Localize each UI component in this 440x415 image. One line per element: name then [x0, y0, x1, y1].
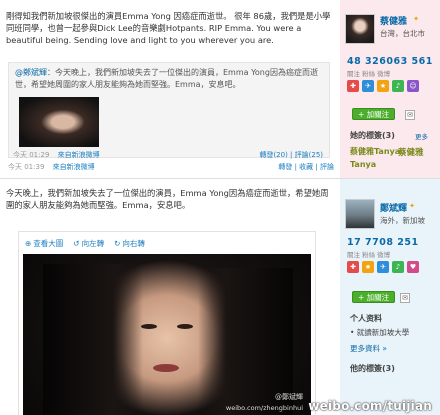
follow-button[interactable]: + 加關注 [352, 108, 396, 120]
tags-heading: 他的標簽(3) [350, 364, 395, 373]
photo-url: weibo.com/zhengbinhui [225, 404, 303, 412]
badge-icon[interactable]: ♪ [392, 261, 404, 273]
bottom-post-text: 今天晚上，我們新加坡失去了一位傑出的演員，Emma Yong因為癌症而逝世，希望… [6, 188, 329, 210]
top-post-main: 剛得知我們新加坡很傑出的演員Emma Yong 因癌症而逝世。 很年 86歲，我… [0, 0, 340, 178]
rotate-right-label: 向右轉 [122, 239, 145, 248]
badge-icon[interactable]: ★ [362, 261, 374, 273]
tag-item[interactable]: 蔡健雅 [398, 146, 424, 158]
post-time: 今天 01:39 [8, 163, 45, 171]
rotate-right-icon: ↻ [114, 239, 121, 248]
badge-icon[interactable]: ♪ [392, 80, 404, 92]
message-icon[interactable]: ✉ [400, 293, 410, 303]
top-weibo-card: 剛得知我們新加坡很傑出的演員Emma Yong 因癌症而逝世。 很年 86歲，我… [0, 0, 440, 178]
verified-icon: ✦ [409, 202, 415, 210]
profile-location: 海外，新加坡 [380, 216, 425, 225]
badge-icon[interactable]: ♥ [407, 261, 419, 273]
profile-username[interactable]: 蔡健雅 [380, 14, 407, 27]
repost-source-link[interactable]: 來自新浪微博 [58, 151, 100, 159]
rotate-left-button[interactable]: ↺ 向左轉 [73, 238, 104, 249]
info-heading: 个人资料 [350, 314, 382, 323]
follow-button[interactable]: + 加關注 [352, 291, 396, 303]
badge-icon[interactable]: ★ [377, 80, 389, 92]
school-info: • 就讀新加坡大學 [350, 328, 410, 337]
badge-row: ✚ ★ ✈ ♪ ♥ [347, 261, 419, 273]
bottom-weibo-card: 今天晚上，我們新加坡失去了一位傑出的演員，Emma Yong因為癌症而逝世，希望… [0, 178, 440, 415]
repost-actions[interactable]: 轉發(20) | 評論(25) [259, 150, 323, 160]
repost-text: @鄭斌輝：今天晚上，我們新加坡失去了一位傑出的演員，Emma Yong因為癌症而… [15, 67, 325, 91]
view-large-button[interactable]: ⊕ 查看大圖 [25, 238, 63, 249]
tags-more-link[interactable]: 更多 [415, 131, 428, 141]
post-source-link[interactable]: 來自新浪微博 [53, 163, 95, 171]
repost-meta: 今天 01:29 來自新浪微博 [13, 150, 106, 160]
repost-body: ：今天晚上，我們新加坡失去了一位傑出的演員，Emma Yong因為癌症而逝世，希… [15, 68, 318, 89]
photo-credit: @鄭斌輝 [275, 393, 303, 401]
bottom-post-main: 今天晚上，我們新加坡失去了一位傑出的演員，Emma Yong因為癌症而逝世，希望… [0, 179, 340, 415]
rotate-left-icon: ↺ [73, 239, 80, 248]
profile-stat-labels: 關注 粉絲 微博 [347, 70, 391, 78]
image-toolbar: ⊕ 查看大圖 ↺ 向左轉 ↻ 向右轉 [25, 238, 145, 249]
verified-icon: ✦ [413, 15, 419, 23]
tag-item[interactable]: Tanya [350, 160, 376, 169]
repost-box: @鄭斌輝：今天晚上，我們新加坡失去了一位傑出的演員，Emma Yong因為癌症而… [8, 62, 330, 160]
badge-icon[interactable]: ☺ [407, 80, 419, 92]
profile-username[interactable]: 鄭斌輝 [380, 201, 407, 214]
site-watermark: weibo.com/tuijian [308, 399, 432, 413]
rotate-right-button[interactable]: ↻ 向右轉 [114, 238, 145, 249]
post-photo[interactable]: @鄭斌輝 weibo.com/zhengbinhui [23, 254, 311, 415]
badge-icon[interactable]: ✈ [377, 261, 389, 273]
rotate-left-label: 向左轉 [81, 239, 105, 248]
repost-thumbnail[interactable] [19, 97, 99, 147]
repost-time: 今天 01:29 [13, 151, 50, 159]
top-post-text: 剛得知我們新加坡很傑出的演員Emma Yong 因癌症而逝世。 很年 86歲，我… [6, 11, 331, 45]
post-actions[interactable]: 轉發 | 收藏 | 評論 [278, 162, 334, 172]
profile-location: 台灣，台北市 [380, 29, 425, 38]
photo-eye-right [177, 324, 193, 329]
badge-icon[interactable]: ✚ [347, 80, 359, 92]
post-meta: 今天 01:39 來自新浪微博 [8, 162, 101, 172]
image-viewer: ⊕ 查看大圖 ↺ 向左轉 ↻ 向右轉 @鄭斌輝 weibo.com/zhengb… [18, 231, 316, 415]
photo-hair-left [43, 264, 143, 415]
avatar[interactable] [345, 199, 375, 229]
photo-eye-left [141, 324, 157, 329]
tag-item[interactable]: 蔡健雅Tanya [350, 146, 400, 157]
view-large-label: 查看大圖 [33, 239, 64, 248]
badge-row: ✚ ✈ ★ ♪ ☺ [347, 80, 419, 92]
badge-icon[interactable]: ✚ [347, 261, 359, 273]
profile-stats[interactable]: 48 326063 561 [347, 56, 433, 67]
zoom-icon: ⊕ [25, 239, 32, 248]
photo-lips [153, 364, 179, 372]
message-icon[interactable]: ✉ [405, 110, 415, 120]
profile-stat-labels: 關注 粉絲 微博 [347, 251, 391, 259]
repost-author-link[interactable]: @鄭斌輝 [15, 68, 47, 77]
avatar[interactable] [345, 14, 375, 44]
more-info-link[interactable]: 更多資料 » [350, 343, 387, 354]
tags-heading: 她的標簽(3) [350, 131, 395, 140]
profile-stats[interactable]: 17 7708 251 [347, 237, 419, 248]
badge-icon[interactable]: ✈ [362, 80, 374, 92]
